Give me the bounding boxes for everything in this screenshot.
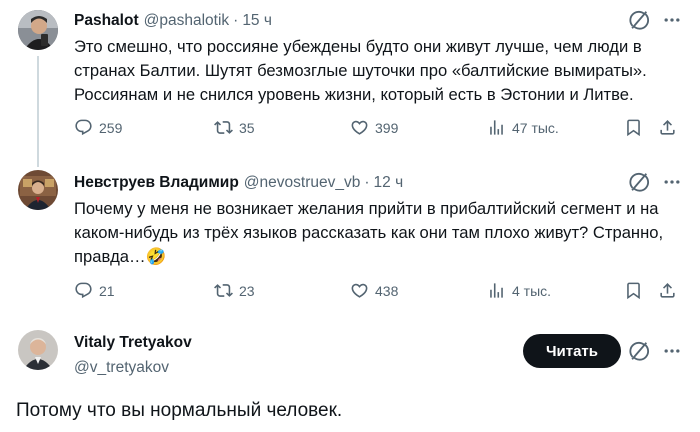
thread-line	[37, 155, 39, 167]
like-button[interactable]: 399	[350, 118, 398, 137]
more-icon[interactable]	[662, 341, 682, 361]
separator-dot: ·	[364, 174, 370, 191]
reply-count: 21	[99, 282, 115, 299]
repost-count: 23	[239, 282, 255, 299]
more-icon[interactable]	[662, 172, 682, 192]
like-icon	[350, 281, 369, 300]
tweet-header: Pashalot @pashalotik · 15 ч	[74, 12, 272, 30]
reply-top-icons	[628, 340, 682, 362]
reply-text: Потому что вы нормальный человек.	[16, 400, 343, 421]
avatar[interactable]	[18, 10, 58, 50]
author-handle[interactable]: @v_tretyakov	[74, 359, 169, 377]
bookmark-button[interactable]	[624, 118, 643, 137]
views-button[interactable]: 47 тыс.	[487, 118, 559, 137]
separator-dot: ·	[233, 12, 239, 29]
grok-icon[interactable]	[628, 340, 650, 362]
bookmark-icon	[624, 118, 643, 137]
like-button[interactable]: 438	[350, 281, 398, 300]
grok-icon[interactable]	[628, 171, 650, 193]
author-handle[interactable]: @pashalotik	[144, 12, 230, 30]
thread-line	[37, 56, 39, 156]
repost-icon	[214, 118, 233, 137]
tweet-2[interactable]: Невструев Владимир @nevostruev_vb · 12 ч…	[0, 155, 700, 315]
views-count: 47 тыс.	[512, 119, 559, 136]
share-icon	[658, 118, 677, 137]
tweet-actions: 259 35 399 47 тыс.	[74, 118, 684, 142]
reply-icon	[74, 118, 93, 137]
grok-icon[interactable]	[628, 9, 650, 31]
tweet-top-icons	[628, 171, 682, 193]
author-name[interactable]: Vitaly Tretyakov	[74, 334, 192, 352]
views-icon	[487, 281, 506, 300]
like-icon	[350, 118, 369, 137]
tweet-actions: 21 23 438 4 тыс.	[74, 281, 684, 305]
avatar[interactable]	[18, 170, 58, 210]
author-name[interactable]: Pashalot	[74, 12, 139, 30]
repost-button[interactable]: 23	[214, 281, 255, 300]
follow-button[interactable]: Читать	[523, 334, 621, 368]
tweet-top-icons	[628, 9, 682, 31]
bookmark-icon	[624, 281, 643, 300]
like-count: 399	[375, 119, 399, 136]
reply-header: Vitaly Tretyakov	[74, 334, 192, 352]
tweet-text-block: Почему у меня не возникает желания прийт…	[74, 197, 679, 269]
reply-count: 259	[99, 119, 123, 136]
repost-icon	[214, 281, 233, 300]
tweet-text: Это смешно, что россияне убеждены будто …	[74, 37, 647, 104]
emoji-rofl: 🤣	[145, 247, 167, 266]
share-icon	[658, 281, 677, 300]
views-count: 4 тыс.	[512, 282, 552, 299]
share-button[interactable]	[658, 118, 677, 137]
bookmark-button[interactable]	[624, 281, 643, 300]
repost-count: 35	[239, 119, 255, 136]
share-button[interactable]	[658, 281, 677, 300]
author-name[interactable]: Невструев Владимир	[74, 174, 239, 192]
author-handle[interactable]: @nevostruev_vb	[244, 174, 361, 192]
reply-button[interactable]: 259	[74, 118, 122, 137]
reply-icon	[74, 281, 93, 300]
timestamp[interactable]: 15 ч	[242, 12, 272, 30]
avatar[interactable]	[18, 330, 58, 370]
reply-handle-row: @v_tretyakov	[74, 359, 169, 377]
more-icon[interactable]	[662, 10, 682, 30]
views-icon	[487, 118, 506, 137]
timestamp[interactable]: 12 ч	[374, 174, 404, 192]
tweet-1[interactable]: Pashalot @pashalotik · 15 ч Это смешно, …	[0, 0, 700, 156]
repost-button[interactable]: 35	[214, 118, 255, 137]
views-button[interactable]: 4 тыс.	[487, 281, 551, 300]
tweet-header: Невструев Владимир @nevostruev_vb · 12 ч	[74, 174, 403, 192]
like-count: 438	[375, 282, 399, 299]
reply-button[interactable]: 21	[74, 281, 115, 300]
